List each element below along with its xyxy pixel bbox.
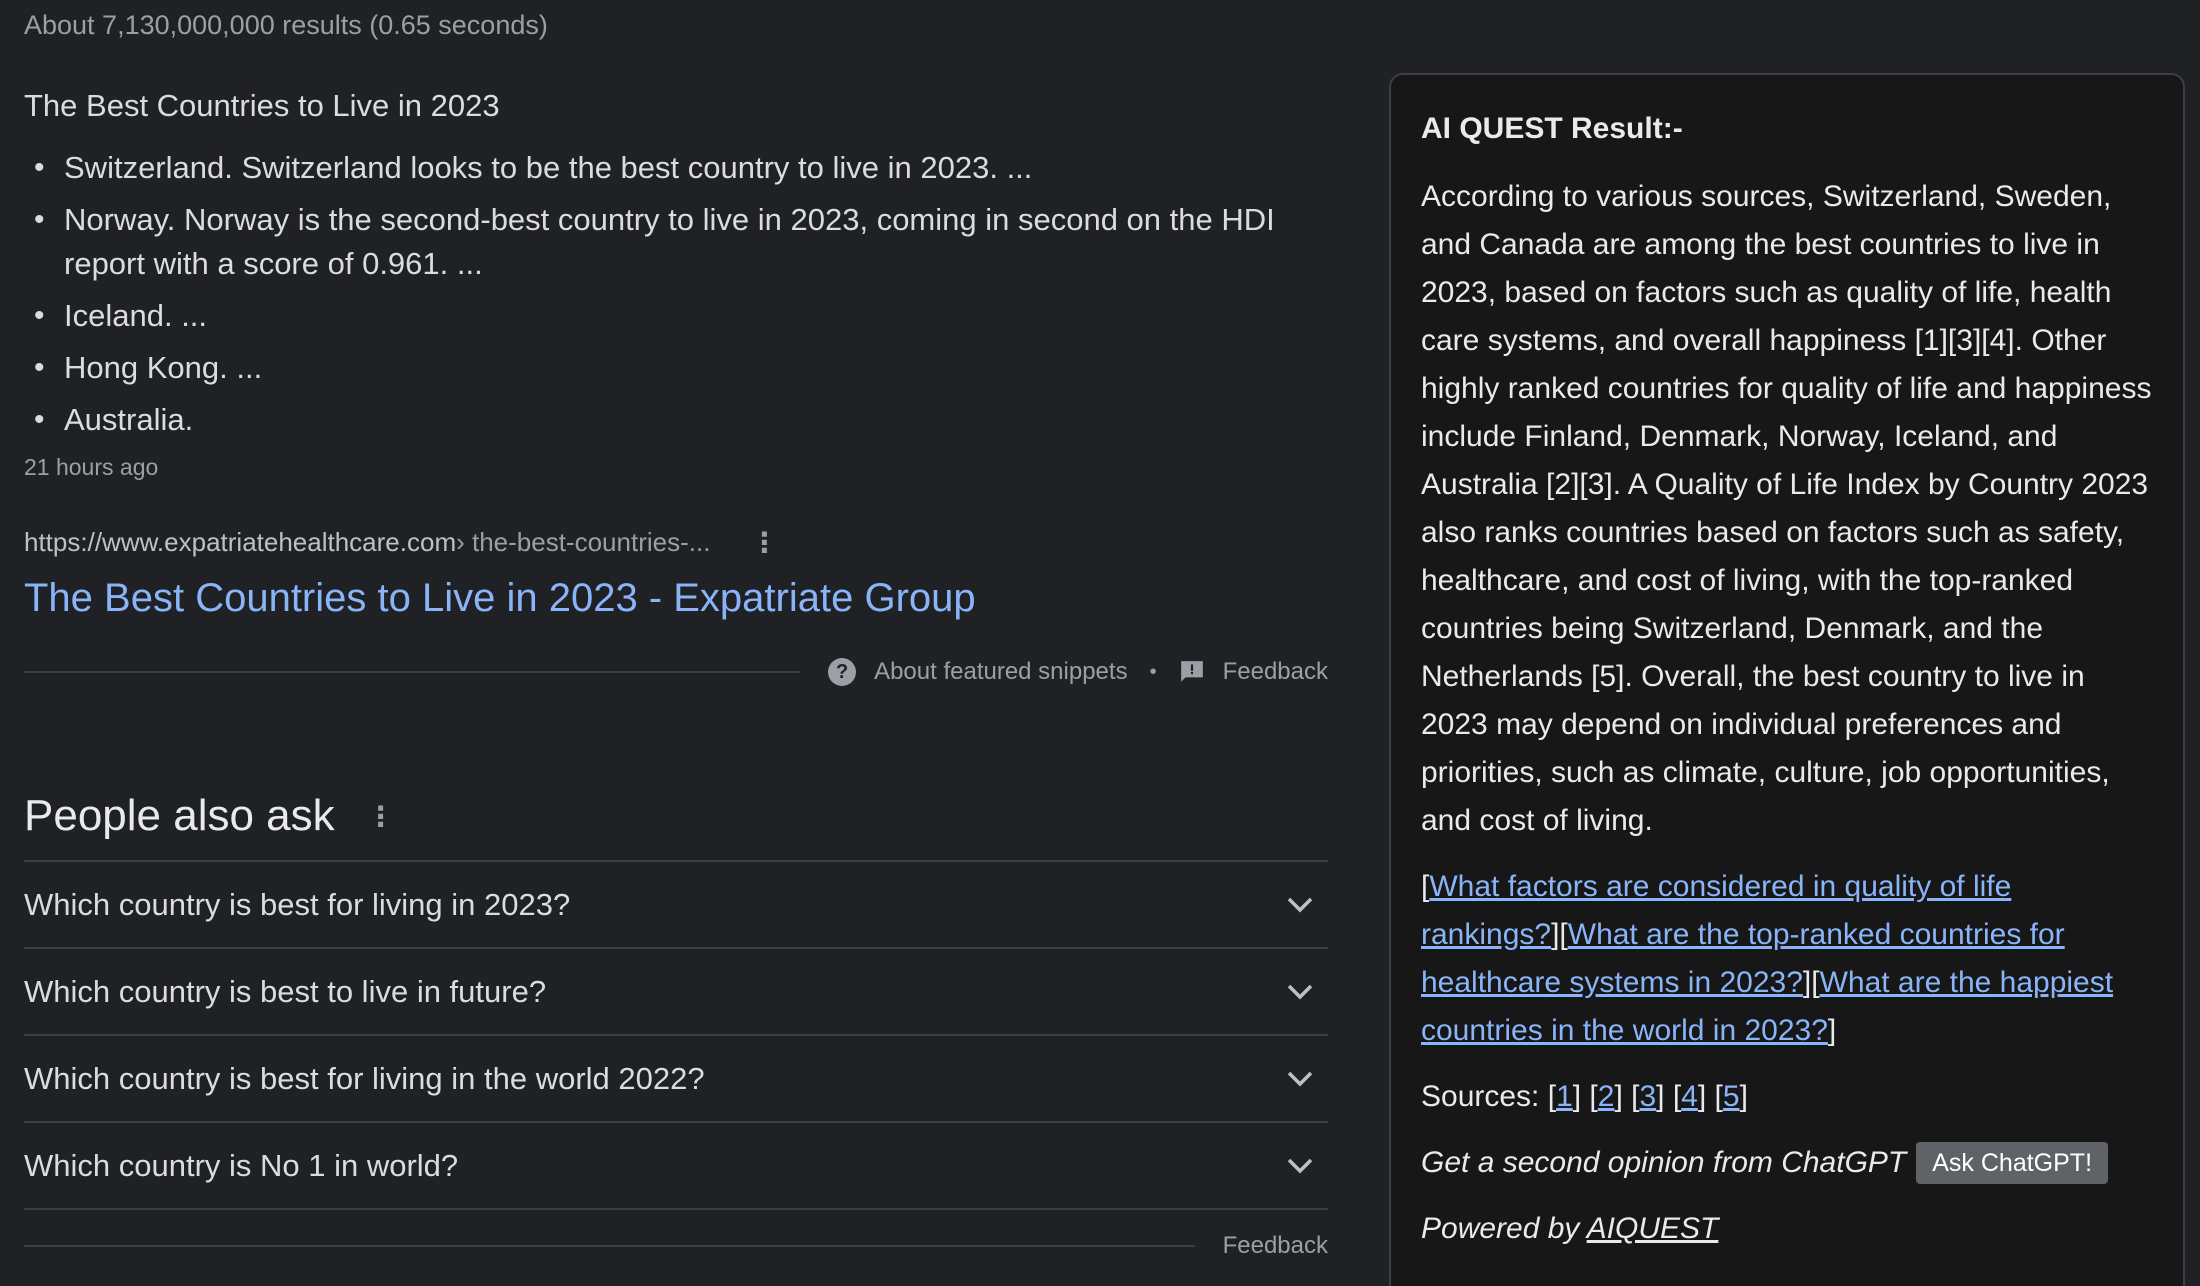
list-item: • Hong Kong. ... (34, 350, 263, 385)
second-opinion-label: Get a second opinion from ChatGPT (1421, 1146, 1907, 1179)
ai-panel-heading: AI QUEST Result:- (1421, 112, 1683, 145)
result-title-link[interactable]: The Best Countries to Live in 2023 - Exp… (24, 572, 1328, 624)
list-item: • Iceland. ... (34, 298, 208, 333)
snippet-footer: ? About featured snippets • Feedback (24, 652, 1328, 692)
sources-row: Sources: [1] [2] [3] [4] [5] (1421, 1080, 1748, 1113)
about-featured-snippets-button[interactable]: ? About featured snippets (828, 658, 1128, 686)
ai-quest-panel: AI QUEST Result:- According to various s… (1389, 73, 2185, 1286)
featured-snippet-title: The Best Countries to Live in 2023 (24, 88, 500, 123)
featured-snippet-list: • Switzerland. Switzerland looks to be th… (24, 146, 1328, 442)
help-icon: ? (828, 658, 857, 686)
second-opinion-row: Get a second opinion from ChatGPT Ask Ch… (1421, 1139, 2153, 1187)
url-domain: https://www.expatriatehealthcare.com (24, 526, 457, 557)
feedback-button[interactable]: Feedback (1179, 658, 1328, 686)
people-also-ask-list: Which country is best for living in 2023… (24, 860, 1328, 1210)
ai-answer-text: According to various sources, Switzerlan… (1421, 180, 2152, 837)
source-link[interactable]: 4 (1681, 1080, 1698, 1113)
feedback-icon (1180, 661, 1203, 682)
url-path: › the-best-countries-... (456, 526, 711, 557)
more-options-icon[interactable]: ⋮ (750, 526, 778, 559)
source-link[interactable]: 1 (1556, 1080, 1573, 1113)
result-url[interactable]: https://www.expatriatehealthcare.com › t… (24, 524, 1328, 560)
main-results: The Best Countries to Live in 2023 • Swit… (24, 86, 1328, 1264)
source-link[interactable]: 3 (1639, 1080, 1656, 1113)
people-also-ask-footer: Feedback (24, 1228, 1328, 1264)
sources-label: Sources: (1421, 1080, 1540, 1113)
powered-by-row: Powered by AIQUEST (1421, 1205, 2153, 1253)
divider (24, 1245, 1195, 1247)
powered-by-label: Powered by (1421, 1212, 1580, 1245)
question-item[interactable]: Which country is best for living in the … (24, 1036, 1328, 1123)
people-also-ask-header: People also ask ⋮ (24, 790, 1328, 842)
snippet-timestamp: 21 hours ago (24, 454, 159, 480)
result-stats: About 7,130,000,000 results (0.65 second… (24, 10, 548, 40)
dot-separator: • (1149, 660, 1157, 683)
question-item[interactable]: Which country is No 1 in world? (24, 1123, 1328, 1210)
source-link[interactable]: 2 (1598, 1080, 1615, 1113)
aiquest-link[interactable]: AIQUEST (1587, 1212, 1719, 1245)
more-options-icon[interactable]: ⋮ (367, 800, 395, 833)
divider (24, 671, 801, 673)
list-item: • Switzerland. Switzerland looks to be th… (34, 150, 1033, 185)
chevron-down-icon (1287, 984, 1313, 999)
chevron-down-icon (1287, 1071, 1313, 1086)
related-questions: [What factors are considered in quality … (1421, 870, 2114, 1047)
chevron-down-icon (1287, 897, 1313, 912)
question-item[interactable]: Which country is best to live in future? (24, 949, 1328, 1036)
chevron-down-icon (1287, 1158, 1313, 1173)
feedback-link[interactable]: Feedback (1223, 1232, 1328, 1260)
source-link[interactable]: 5 (1723, 1080, 1740, 1113)
question-item[interactable]: Which country is best for living in 2023… (24, 862, 1328, 949)
people-also-ask-title: People also ask (24, 791, 335, 840)
ask-chatgpt-button[interactable]: Ask ChatGPT! (1916, 1142, 2109, 1184)
list-item: • Norway. Norway is the second-best count… (34, 202, 1275, 281)
list-item: • Australia. (34, 402, 194, 437)
